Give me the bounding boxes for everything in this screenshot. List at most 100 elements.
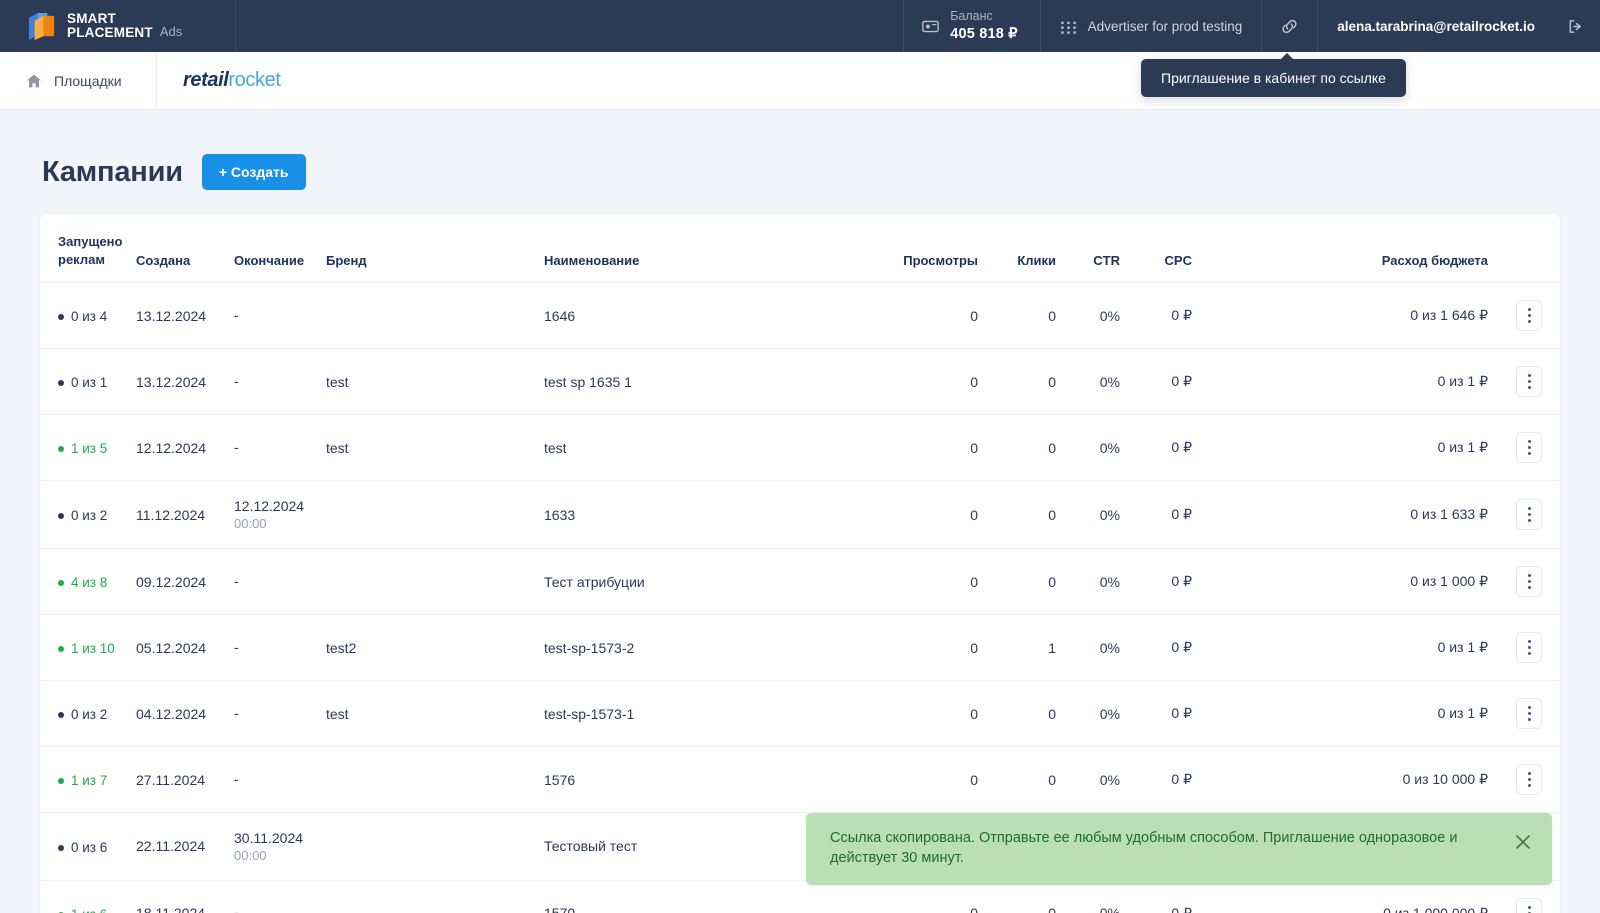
cell-end: - <box>234 880 326 913</box>
table-row[interactable]: 1 из 512.12.2024-testtest000%0 ₽0 из 1 ₽ <box>40 415 1560 481</box>
col-header-ctr[interactable]: CTR <box>1056 214 1120 283</box>
invite-link-button[interactable] <box>1261 0 1317 52</box>
row-menu-button[interactable] <box>1516 566 1542 597</box>
kebab-dot-icon <box>1528 646 1531 649</box>
cell-clicks: 0 <box>978 747 1056 813</box>
cell-created: 12.12.2024 <box>136 415 234 481</box>
cell-views: 0 <box>896 349 978 415</box>
cell-name: 1633 <box>544 481 896 549</box>
cell-cpc: 0 ₽ <box>1120 880 1192 913</box>
table-row[interactable]: 1 из 727.11.2024-1576000%0 ₽0 из 10 000 … <box>40 747 1560 813</box>
col-header-budget[interactable]: Расход бюджета <box>1192 214 1488 283</box>
cell-end: - <box>234 549 326 615</box>
table-row[interactable]: 0 из 413.12.2024-1646000%0 ₽0 из 1 646 ₽ <box>40 283 1560 349</box>
end-date-value: - <box>234 573 326 591</box>
col-header-brand[interactable]: Бренд <box>326 214 544 283</box>
cell-launched: 0 из 2 <box>40 481 136 549</box>
account-logo[interactable]: retailrocket <box>157 52 306 109</box>
cell-end: - <box>234 681 326 747</box>
home-icon <box>26 73 42 89</box>
page-header: Кампании + Создать <box>40 110 1560 214</box>
table-row[interactable]: 4 из 809.12.2024-Тест атрибуции000%0 ₽0 … <box>40 549 1560 615</box>
kebab-dot-icon <box>1528 440 1531 443</box>
row-menu-button[interactable] <box>1516 300 1542 331</box>
status-badge: 4 из 8 <box>58 575 107 590</box>
row-menu-button[interactable] <box>1516 366 1542 397</box>
row-menu-button[interactable] <box>1516 898 1542 913</box>
cell-budget: 0 из 1 ₽ <box>1192 349 1488 415</box>
end-date-value: 12.12.2024 <box>234 498 326 516</box>
cell-end: - <box>234 415 326 481</box>
status-label: 1 из 6 <box>71 907 107 913</box>
kebab-dot-icon <box>1528 640 1531 643</box>
col-header-cpc[interactable]: CPC <box>1120 214 1192 283</box>
cell-actions <box>1488 681 1560 747</box>
row-menu-button[interactable] <box>1516 764 1542 795</box>
table-row[interactable]: 0 из 204.12.2024-testtest-sp-1573-1000%0… <box>40 681 1560 747</box>
cell-ctr: 0% <box>1056 747 1120 813</box>
cell-actions <box>1488 880 1560 913</box>
table-row[interactable]: 0 из 211.12.202412.12.202400:001633000%0… <box>40 481 1560 549</box>
create-campaign-button[interactable]: + Создать <box>202 154 306 190</box>
cell-brand: test <box>326 681 544 747</box>
end-date-value: - <box>234 373 326 391</box>
cell-ctr: 0% <box>1056 615 1120 681</box>
cell-actions <box>1488 349 1560 415</box>
status-dot-icon <box>58 712 64 718</box>
cell-views: 0 <box>896 681 978 747</box>
status-dot-icon <box>58 778 64 784</box>
status-badge: 0 из 6 <box>58 840 107 855</box>
kebab-dot-icon <box>1528 784 1531 787</box>
cell-clicks: 0 <box>978 880 1056 913</box>
cell-brand <box>326 283 544 349</box>
col-header-launched[interactable]: Запущено реклам <box>40 214 136 283</box>
table-row[interactable]: 1 из 618.11.2024-1570000%0 ₽0 из 1 000 0… <box>40 880 1560 913</box>
close-icon[interactable] <box>1512 831 1534 853</box>
user-account[interactable]: alena.tarabrina@retailrocket.io <box>1317 0 1554 52</box>
brand-logo-block[interactable]: SMART PLACEMENT Ads <box>0 0 236 52</box>
col-header-end[interactable]: Окончание <box>234 214 326 283</box>
kebab-dot-icon <box>1528 586 1531 589</box>
kebab-dot-icon <box>1528 778 1531 781</box>
col-header-clicks[interactable]: Клики <box>978 214 1056 283</box>
cell-actions <box>1488 615 1560 681</box>
brand-subtitle: Ads <box>160 24 182 40</box>
cell-created: 05.12.2024 <box>136 615 234 681</box>
status-badge: 0 из 2 <box>58 707 107 722</box>
cell-views: 0 <box>896 615 978 681</box>
table-row[interactable]: 1 из 1005.12.2024-test2test-sp-1573-2010… <box>40 615 1560 681</box>
advertiser-selector[interactable]: Advertiser for prod testing <box>1040 0 1262 52</box>
table-row[interactable]: 0 из 113.12.2024-testtest sp 1635 1000%0… <box>40 349 1560 415</box>
row-menu-button[interactable] <box>1516 432 1542 463</box>
status-badge: 0 из 1 <box>58 375 107 390</box>
kebab-dot-icon <box>1528 308 1531 311</box>
logout-button[interactable] <box>1554 0 1600 52</box>
advertiser-name: Advertiser for prod testing <box>1088 19 1243 34</box>
cell-launched: 0 из 4 <box>40 283 136 349</box>
kebab-dot-icon <box>1528 718 1531 721</box>
cell-clicks: 1 <box>978 615 1056 681</box>
kebab-dot-icon <box>1528 446 1531 449</box>
brand-name: SMART PLACEMENT <box>67 12 153 40</box>
col-header-name[interactable]: Наименование <box>544 214 896 283</box>
cell-launched: 0 из 2 <box>40 681 136 747</box>
row-menu-button[interactable] <box>1516 698 1542 729</box>
end-date-value: - <box>234 771 326 789</box>
status-badge: 1 из 10 <box>58 641 115 656</box>
col-header-views[interactable]: Просмотры <box>896 214 978 283</box>
balance-widget[interactable]: Баланс 405 818 ₽ <box>903 0 1039 52</box>
cell-brand: test2 <box>326 615 544 681</box>
cell-clicks: 0 <box>978 415 1056 481</box>
cell-actions <box>1488 283 1560 349</box>
row-menu-button[interactable] <box>1516 499 1542 530</box>
nav-item-platforms[interactable]: Площадки <box>0 52 157 109</box>
cell-brand: test <box>326 349 544 415</box>
col-header-created[interactable]: Создана <box>136 214 234 283</box>
end-date-value: - <box>234 639 326 657</box>
cell-brand <box>326 481 544 549</box>
kebab-dot-icon <box>1528 314 1531 317</box>
end-time-value: 00:00 <box>234 848 326 863</box>
status-label: 1 из 10 <box>71 641 115 656</box>
row-menu-button[interactable] <box>1516 632 1542 663</box>
cell-clicks: 0 <box>978 481 1056 549</box>
